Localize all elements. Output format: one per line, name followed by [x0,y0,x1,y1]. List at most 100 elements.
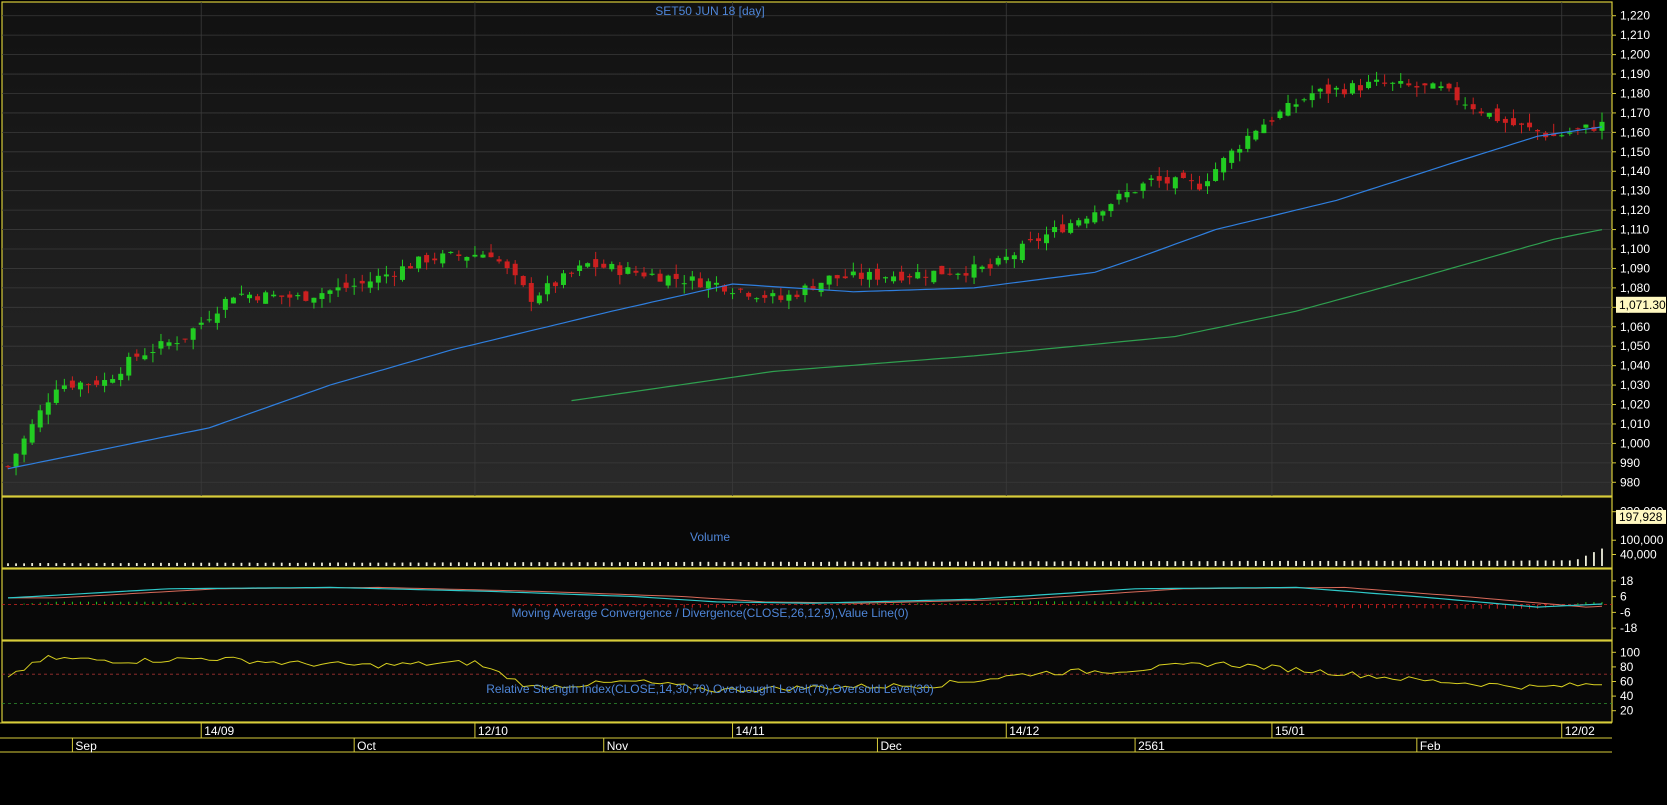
price-panel: 1,220 1,210 1,200 1,190 1,180 1,170 1,160 1,150… [1,1,1666,497]
candle-body [448,251,454,253]
candle-body [834,275,840,279]
candle-body [271,294,277,297]
candle-body [1116,193,1122,200]
candle-body [1205,181,1211,187]
candle-body [174,343,180,345]
y-tick-label: 20 [1620,704,1634,718]
x-tick-label: 14/11 [736,724,765,738]
y-tick-label: 100,000 [1620,533,1664,547]
candle-body [335,287,341,291]
candle-body [504,261,510,269]
candle-body [512,263,518,276]
candle-body [689,276,695,281]
x-month-label: Feb [1420,739,1441,753]
candle-body [641,272,647,277]
candle-body [746,292,752,297]
candle-body [601,263,607,268]
x-month-label: 2561 [1138,739,1165,753]
candle-body [295,295,301,297]
candle-body [979,266,985,270]
y-tick-label: 1,060 [1620,320,1650,334]
candle-body [552,282,558,287]
candle-body [1438,86,1444,89]
candle-body [1583,124,1589,128]
candle-body [1478,111,1484,114]
candle-body [110,379,116,383]
candle-body [367,281,373,288]
candle-body [673,273,679,279]
macd-chart-title: Moving Average Convergence / Divergence(… [511,606,908,620]
y-tick-label: 980 [1620,475,1640,489]
candle-body [1430,83,1436,89]
candle-body [206,319,212,321]
y-tick-label: 80 [1620,660,1634,674]
y-tick-label: -6 [1620,605,1631,619]
y-tick-label: 1,160 [1620,125,1650,139]
candle-body [770,293,776,297]
y-tick-label: 1,090 [1620,261,1650,275]
candle-body [327,290,333,294]
y-tick-label: 1,150 [1620,145,1650,159]
x-month-label: Dec [880,739,901,753]
y-tick-label: -18 [1620,621,1638,635]
candle-body [1092,212,1098,223]
y-tick-label: 1,120 [1620,203,1650,217]
candle-body [53,389,59,403]
candle-body [1317,88,1323,92]
candle-body [263,292,269,304]
y-tick-label: 1,100 [1620,242,1650,256]
candle-body [198,322,204,325]
candle-body [1035,238,1041,242]
candle-body [77,382,83,390]
candle-body [1406,83,1412,86]
candle-body [705,281,711,289]
candle-body [480,254,486,258]
candle-body [1277,111,1283,118]
y-tick-label: 100 [1620,645,1640,659]
candle-body [1341,89,1347,95]
y-tick-label: 1,170 [1620,106,1650,120]
candle-body [343,282,349,288]
candle-body [842,276,848,279]
candle-body [142,355,148,360]
y-tick-label: 1,130 [1620,184,1650,198]
last-price-label: 1,071.30 [1619,298,1666,312]
candle-body [1357,85,1363,91]
candle-body [963,273,969,276]
x-tick-label: 14/09 [204,724,234,738]
candle-body [818,282,824,292]
candle-body [247,294,253,299]
candle-body [907,276,913,278]
candle-body [166,342,172,346]
y-tick-label: 1,080 [1620,281,1650,295]
candle-body [1027,239,1033,241]
candle-body [383,274,389,277]
candle-body [1124,192,1130,198]
candle-body [230,297,236,304]
candle-body [391,275,397,277]
candle-body [158,341,164,349]
candle-body [182,338,188,340]
candle-body [593,259,599,268]
candle-body [190,328,196,340]
y-tick-label: 1,050 [1620,339,1650,353]
candle-body [45,402,51,415]
candle-body [1213,169,1219,181]
candle-body [13,453,19,467]
volume-panel: 220,000100,00040,000197,928Volume [1,496,1666,569]
y-tick-label: 1,030 [1620,378,1650,392]
candle-body [617,265,623,276]
candle-body [826,275,832,285]
candle-body [577,265,583,271]
y-tick-label: 6 [1620,590,1627,604]
y-tick-label: 1,010 [1620,417,1650,431]
candle-body [649,273,655,275]
candle-body [891,276,897,282]
candle-body [1084,218,1090,224]
candle-body [21,438,27,455]
candle-body [359,280,365,284]
candle-body [754,298,760,300]
y-tick-label: 1,210 [1620,28,1650,42]
candle-body [1285,103,1291,116]
candle-body [1374,79,1380,82]
